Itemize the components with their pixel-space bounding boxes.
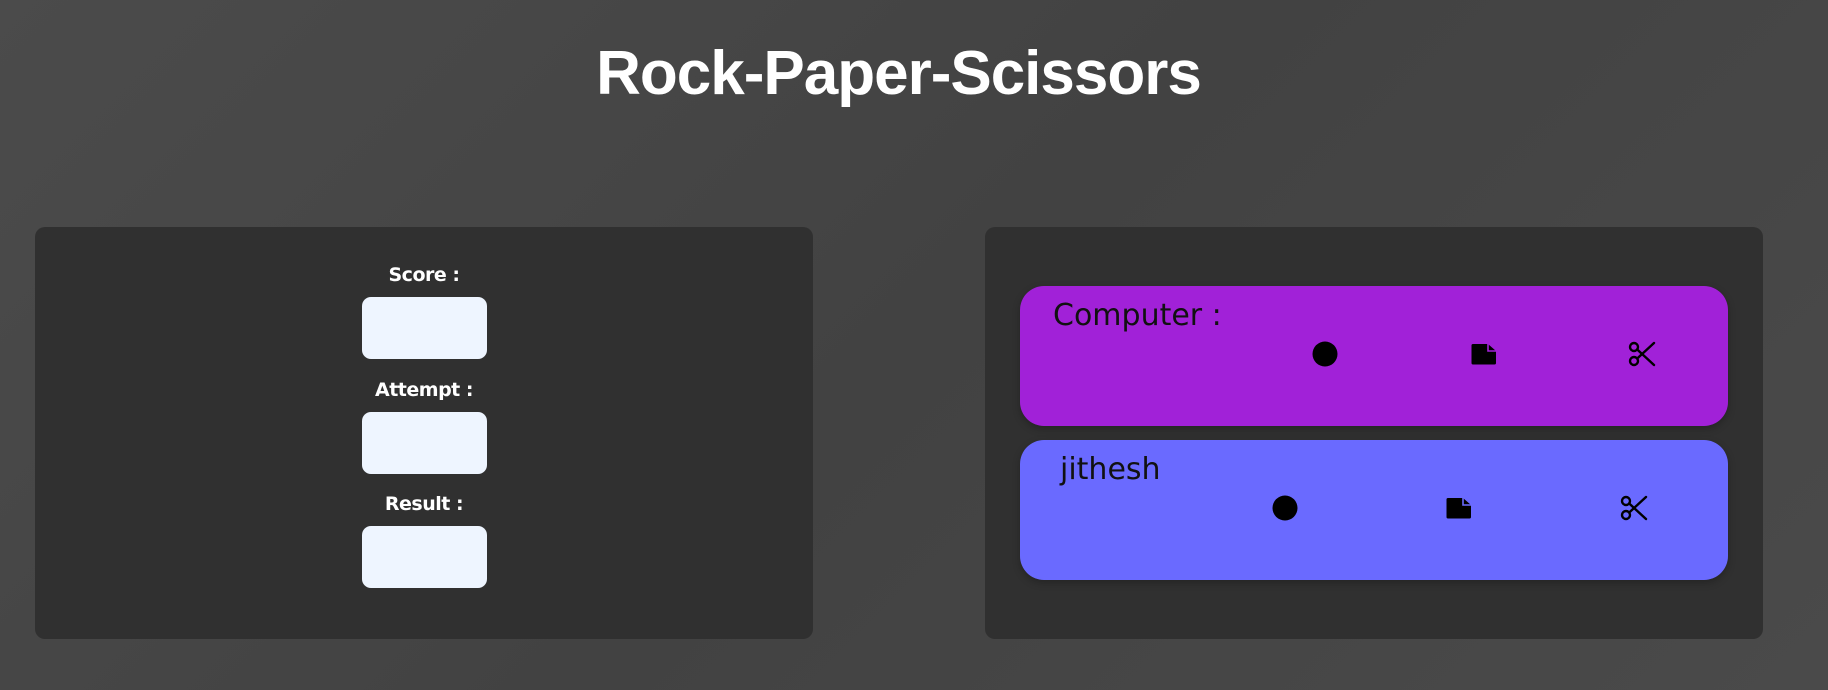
scissors-icon [1620, 495, 1648, 521]
attempt-stat: Attempt : [35, 378, 813, 474]
user-paper-choice[interactable] [1443, 492, 1475, 524]
user-name: jithesh [1060, 452, 1161, 487]
user-scissors-choice[interactable] [1618, 492, 1650, 524]
score-stat: Score : [35, 263, 813, 359]
computer-rock-choice [1309, 338, 1341, 370]
players-panel: Computer : jithesh [985, 227, 1763, 639]
page-title: Rock-Paper-Scissors [596, 39, 1202, 108]
computer-scissors-choice [1626, 338, 1658, 370]
attempt-display [361, 412, 487, 474]
rock-icon [1312, 341, 1338, 367]
result-label: Result : [384, 493, 464, 515]
paper-icon [1446, 498, 1471, 519]
score-label: Score : [388, 264, 460, 286]
result-display [361, 526, 487, 588]
computer-card: Computer : [1020, 286, 1728, 426]
attempt-label: Attempt : [375, 379, 473, 401]
user-rock-choice[interactable] [1269, 492, 1301, 524]
rock-icon [1272, 495, 1298, 521]
computer-paper-choice [1468, 338, 1500, 370]
paper-icon [1471, 344, 1496, 365]
user-card: jithesh [1020, 440, 1728, 580]
score-display [361, 297, 487, 359]
computer-name: Computer : [1053, 298, 1222, 333]
result-stat: Result : [35, 492, 813, 588]
scoreboard-panel: Score : Attempt : Result : [35, 227, 813, 639]
scissors-icon [1628, 341, 1656, 367]
